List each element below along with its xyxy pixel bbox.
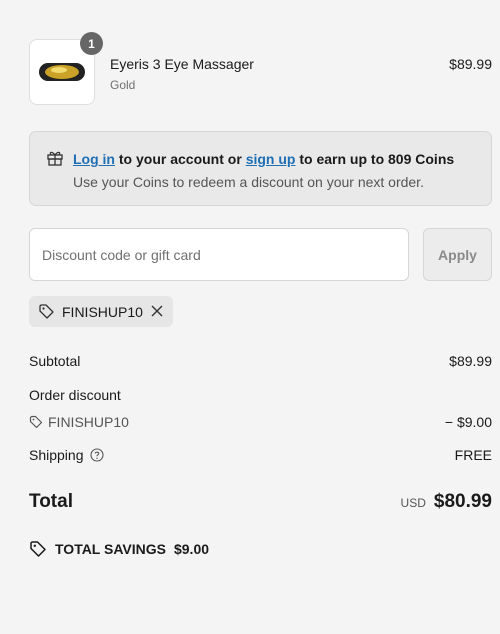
shipping-value: FREE	[454, 447, 492, 463]
total-value: $80.99	[433, 491, 492, 512]
help-icon[interactable]	[89, 448, 104, 462]
total-savings: TOTAL SAVINGS $9.00	[29, 540, 209, 558]
applied-discount-code: FINISHUP10	[62, 303, 143, 320]
coins-message: Log in to your account or sign up to ear…	[73, 151, 454, 167]
signup-link[interactable]: sign up	[246, 151, 296, 167]
line-item: 1 Eyeris 3 Eye Massager Gold $89.99	[29, 32, 492, 105]
order-discount-code: FINISHUP10	[48, 414, 129, 430]
quantity-badge: 1	[80, 32, 103, 55]
coins-text-end: to earn up to 809 Coins	[295, 151, 455, 167]
login-link[interactable]: Log in	[73, 151, 115, 167]
subtotal-row: Subtotal $89.99	[29, 353, 492, 369]
eye-massager-image	[39, 63, 85, 81]
total-label: Total	[29, 491, 73, 512]
total-row: Total USD $80.99	[29, 491, 492, 517]
applied-discount-chip: FINISHUP10	[29, 296, 173, 327]
subtotal-label: Subtotal	[29, 353, 81, 369]
tag-icon	[29, 415, 43, 429]
savings-tag-icon	[30, 541, 46, 557]
order-discount-value: − $9.00	[444, 414, 492, 430]
apply-discount-button[interactable]: Apply	[423, 228, 492, 281]
discount-code-input[interactable]	[29, 228, 409, 281]
shipping-row: Shipping FREE	[29, 447, 492, 463]
coins-text-mid: to your account or	[115, 151, 246, 167]
savings-label: TOTAL SAVINGS	[55, 541, 166, 557]
subtotal-value: $89.99	[449, 353, 492, 369]
shipping-label: Shipping	[29, 447, 84, 463]
savings-value: $9.00	[173, 541, 210, 557]
product-variant: Gold	[110, 78, 136, 92]
remove-discount-icon[interactable]	[150, 304, 164, 318]
order-discount-label: Order discount	[29, 387, 121, 403]
order-discount-row: Order discount	[29, 387, 492, 403]
coins-subtext: Use your Coins to redeem a discount on y…	[73, 174, 424, 190]
product-price: $89.99	[449, 56, 492, 72]
tag-icon	[39, 304, 54, 319]
total-currency: USD	[400, 496, 426, 510]
order-discount-code-row: FINISHUP10 − $9.00	[29, 414, 492, 430]
gift-icon	[47, 151, 63, 166]
product-name: Eyeris 3 Eye Massager	[110, 56, 254, 72]
coins-banner: Log in to your account or sign up to ear…	[29, 131, 492, 206]
